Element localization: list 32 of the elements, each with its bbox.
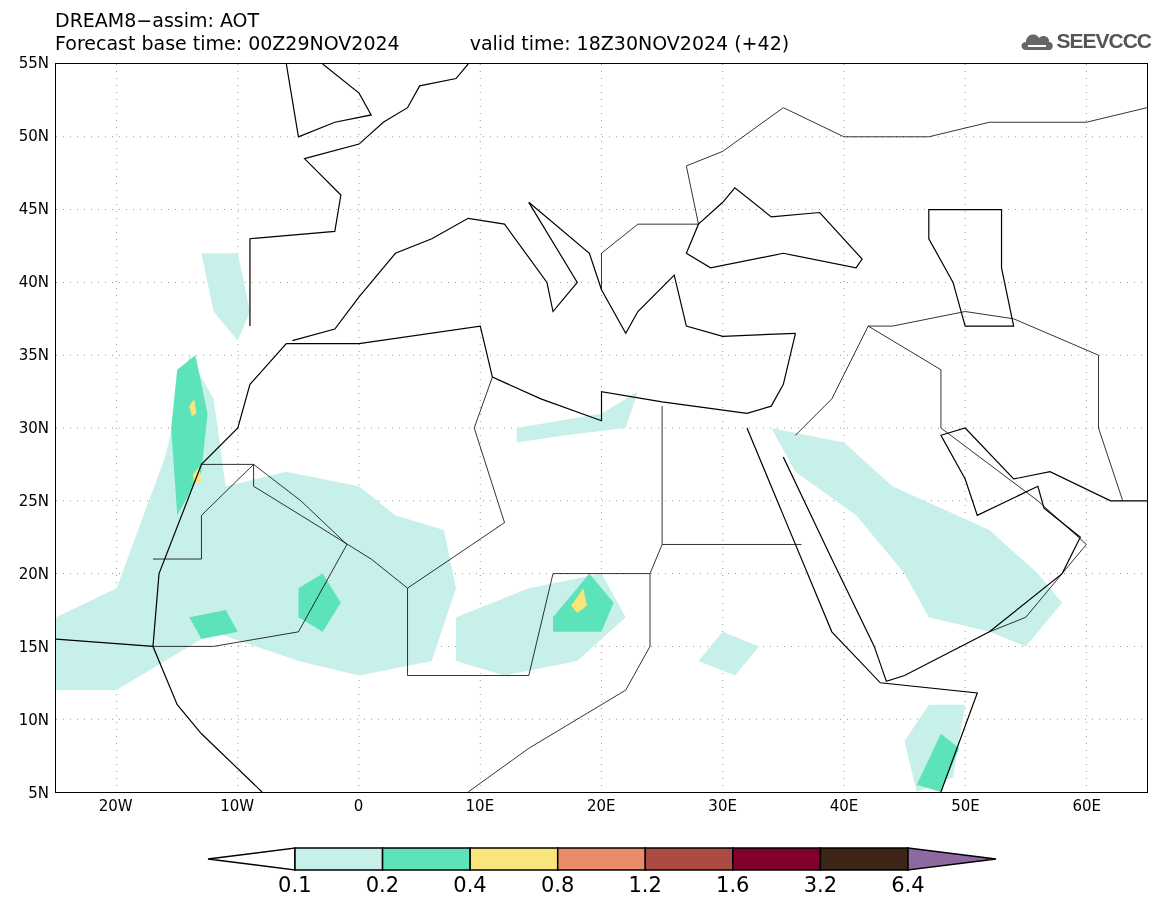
- valid-time: valid time: 18Z30NOV2024 (+42): [469, 32, 790, 55]
- legend-label: 0.8: [539, 873, 576, 897]
- longitude-label: 20E: [585, 797, 617, 815]
- longitude-label: 10W: [219, 797, 256, 815]
- latitude-label: 50N: [17, 126, 50, 147]
- legend-label: 1.6: [715, 873, 751, 897]
- latitude-label: 5N: [27, 783, 50, 804]
- latitude-label: 25N: [17, 491, 50, 512]
- legend-label: 1.2: [627, 873, 663, 897]
- longitude-label: 10E: [464, 797, 496, 815]
- latitude-label: 40N: [17, 272, 50, 293]
- latitude-label: 55N: [17, 53, 50, 74]
- legend-label: 6.4: [890, 873, 926, 897]
- legend-label: 0.1: [277, 873, 313, 897]
- latitude-label: 45N: [17, 199, 50, 220]
- longitude-label: 30E: [707, 797, 738, 815]
- plot-title: DREAM8−assim: AOT: [55, 9, 260, 32]
- latitude-label: 30N: [17, 418, 50, 439]
- longitude-label: 0: [352, 797, 365, 815]
- legend-label: 0.2: [364, 873, 401, 897]
- latitude-label: 20N: [17, 564, 50, 585]
- latitude-label: 35N: [17, 345, 50, 366]
- latitude-label: 15N: [17, 637, 50, 658]
- longitude-label: 40E: [828, 797, 860, 815]
- longitude-label: 50E: [950, 797, 981, 815]
- latitude-label: 10N: [17, 710, 50, 731]
- legend-label: 3.2: [802, 873, 839, 897]
- forecast-base-time: Forecast base time: 00Z29NOV2024: [55, 32, 400, 55]
- logo-text: SEEVCCC: [1056, 29, 1151, 53]
- longitude-label: 60E: [1071, 797, 1103, 815]
- legend-label: 0.4: [452, 873, 488, 897]
- longitude-label: 20W: [97, 797, 134, 815]
